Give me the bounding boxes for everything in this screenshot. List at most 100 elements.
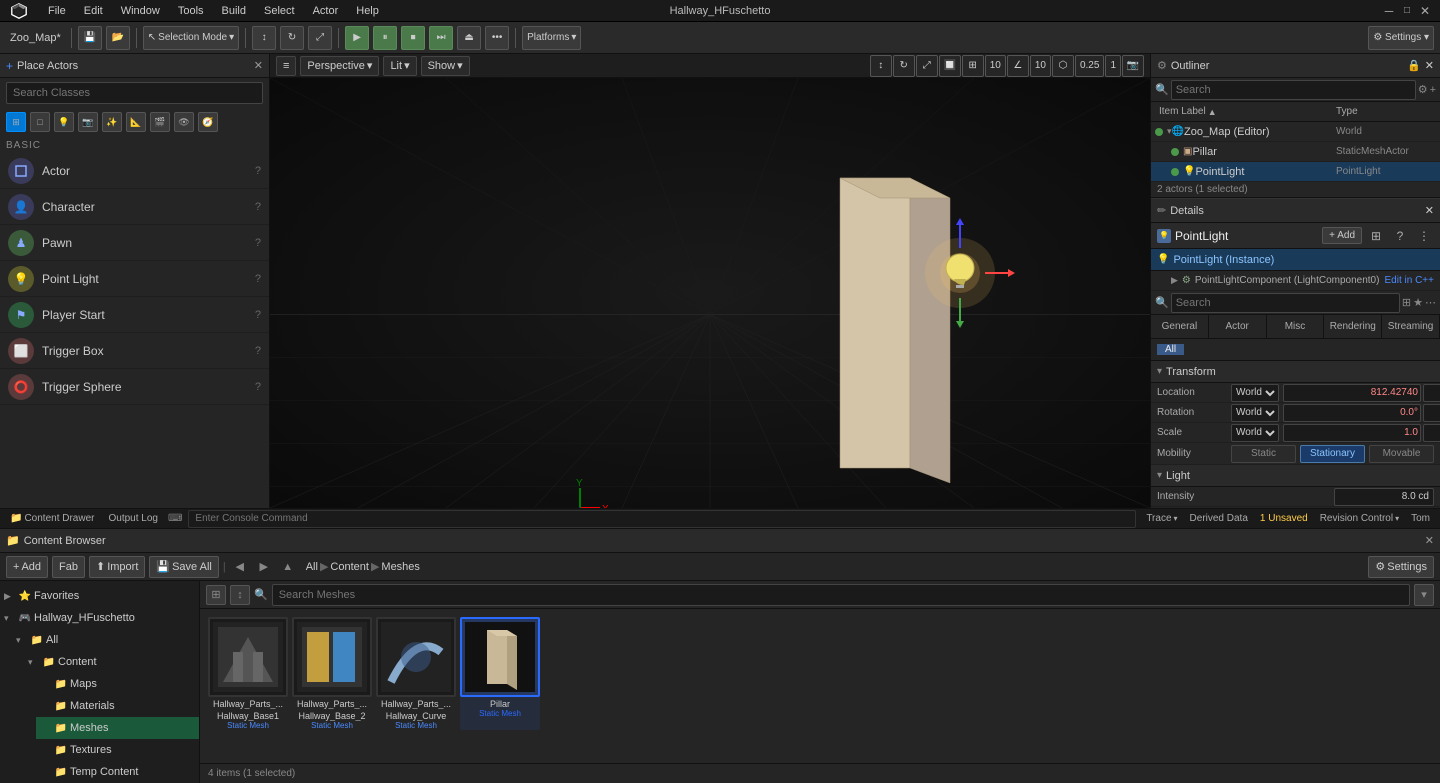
- outliner-settings-icon[interactable]: ⚙: [1418, 83, 1428, 96]
- actor-help-trigger-box[interactable]: ?: [255, 345, 261, 357]
- window-maximize[interactable]: □: [1400, 4, 1414, 18]
- details-all-tab[interactable]: All: [1157, 344, 1184, 355]
- rotate-btn[interactable]: ↻: [280, 26, 304, 50]
- actor-item-player-start[interactable]: ⚑ Player Start ?: [0, 297, 269, 333]
- scale-tool[interactable]: ⤢: [916, 55, 938, 77]
- skip-btn[interactable]: ⏭: [429, 26, 453, 50]
- mobility-stationary-btn[interactable]: Stationary: [1300, 445, 1365, 463]
- revision-btn[interactable]: Revision Control ▾: [1316, 513, 1403, 524]
- details-bookmark-icon[interactable]: ★: [1413, 296, 1423, 309]
- place-actors-close[interactable]: ✕: [254, 59, 263, 72]
- cb-sort-btn[interactable]: ↕: [230, 585, 250, 605]
- cb-add-btn[interactable]: + Add: [6, 556, 48, 578]
- location-select[interactable]: WorldLocal: [1231, 384, 1279, 402]
- output-log-btn[interactable]: Output Log: [104, 513, 161, 524]
- cb-nav-fwd-btn[interactable]: ▶: [254, 557, 274, 577]
- tree-item-content[interactable]: ▾ 📁 Content: [24, 651, 199, 673]
- outliner-filter-icon[interactable]: ⚙: [1157, 59, 1167, 72]
- tree-item-temp-content[interactable]: 📁 Temp Content: [36, 761, 199, 783]
- menu-tools[interactable]: Tools: [170, 3, 212, 19]
- actor-tab-cam[interactable]: 📷: [78, 112, 98, 132]
- breadcrumb-meshes[interactable]: Meshes: [381, 561, 420, 573]
- details-search-input[interactable]: [1171, 293, 1400, 313]
- actor-help-character[interactable]: ?: [255, 201, 261, 213]
- actor-tab-fx[interactable]: ✨: [102, 112, 122, 132]
- rotation-x-input[interactable]: [1283, 404, 1421, 422]
- window-close[interactable]: ✕: [1418, 4, 1432, 18]
- actor-help-pawn[interactable]: ?: [255, 237, 261, 249]
- actor-item-character[interactable]: 👤 Character ?: [0, 189, 269, 225]
- cb-save-btn[interactable]: 💾 Save All: [149, 556, 218, 578]
- outliner-item-point-light[interactable]: 💡 PointLight PointLight: [1151, 162, 1440, 182]
- cb-settings-btn[interactable]: ⚙ Settings: [1368, 556, 1434, 578]
- cb-fab-btn[interactable]: Fab: [52, 556, 85, 578]
- details-tab-streaming[interactable]: Streaming: [1382, 315, 1440, 338]
- cb-search-input[interactable]: [272, 584, 1410, 606]
- menu-window[interactable]: Window: [113, 3, 168, 19]
- actor-tab-shapes[interactable]: □: [30, 112, 50, 132]
- tree-item-textures[interactable]: 📁 Textures: [36, 739, 199, 761]
- outliner-item-pillar[interactable]: ▣ Pillar StaticMeshActor: [1151, 142, 1440, 162]
- actor-tab-geo[interactable]: 📐: [126, 112, 146, 132]
- camera-tool[interactable]: 📷: [1122, 55, 1144, 77]
- outliner-search-input[interactable]: [1171, 80, 1416, 100]
- outliner-lock-icon[interactable]: 🔒: [1407, 59, 1421, 72]
- cb-close-btn[interactable]: ✕: [1425, 534, 1434, 547]
- actor-tab-lights[interactable]: 💡: [54, 112, 74, 132]
- cb-import-btn[interactable]: ⬆ Import: [89, 556, 145, 578]
- platforms-btn[interactable]: Platforms▾: [522, 26, 581, 50]
- outliner-close-btn[interactable]: ✕: [1425, 59, 1434, 72]
- details-instance[interactable]: 💡 PointLight (Instance): [1151, 249, 1440, 271]
- unsaved-btn[interactable]: 1 Unsaved: [1256, 513, 1312, 524]
- viewport-menu-btn[interactable]: ≡: [276, 56, 296, 76]
- visibility-dot[interactable]: [1155, 128, 1163, 136]
- scale-x-input[interactable]: [1283, 424, 1421, 442]
- scale-display[interactable]: ⬡: [1052, 55, 1074, 77]
- light-section-header[interactable]: ▾ Light: [1151, 465, 1440, 487]
- actor-help-actor[interactable]: ?: [255, 165, 261, 177]
- tree-item-project[interactable]: ▾ 🎮 Hallway_HFuschetto: [0, 607, 199, 629]
- transform-section-header[interactable]: ▾ Transform: [1151, 361, 1440, 383]
- grid-tool[interactable]: ⊞: [962, 55, 984, 77]
- details-more-btn[interactable]: ⋮: [1414, 226, 1434, 246]
- details-tab-rendering[interactable]: Rendering: [1324, 315, 1382, 338]
- viewport-show-btn[interactable]: Show▾: [421, 56, 470, 76]
- rotation-select[interactable]: WorldLocal: [1231, 404, 1279, 422]
- details-close-btn[interactable]: ✕: [1425, 204, 1434, 217]
- menu-help[interactable]: Help: [348, 3, 387, 19]
- viewport-lit-btn[interactable]: Lit▾: [383, 56, 416, 76]
- rotation-y-input[interactable]: [1423, 404, 1440, 422]
- scale-btn[interactable]: ⤢: [308, 26, 332, 50]
- stop-btn[interactable]: ⏹: [401, 26, 425, 50]
- open-btn[interactable]: 📂: [106, 26, 130, 50]
- mobility-static-btn[interactable]: Static: [1231, 445, 1296, 463]
- breadcrumb-content[interactable]: Content: [330, 561, 369, 573]
- menu-actor[interactable]: Actor: [305, 3, 347, 19]
- cmd-input[interactable]: [188, 510, 1136, 528]
- actor-help-trigger-sphere[interactable]: ?: [255, 381, 261, 393]
- details-tab-misc[interactable]: Misc: [1267, 315, 1325, 338]
- menu-build[interactable]: Build: [214, 3, 254, 19]
- derived-data-btn[interactable]: Derived Data: [1186, 513, 1252, 524]
- settings-btn[interactable]: ⚙ Settings ▾: [1368, 26, 1434, 50]
- actor-tab-all[interactable]: ⊞: [6, 112, 26, 132]
- actor-tab-nav[interactable]: 🧭: [198, 112, 218, 132]
- edit-cpp-btn[interactable]: Edit in C++: [1385, 275, 1434, 286]
- actor-help-point-light[interactable]: ?: [255, 273, 261, 285]
- cb-filter-btn[interactable]: ⊞: [206, 585, 226, 605]
- outliner-col-label[interactable]: Item Label ▲: [1155, 106, 1336, 117]
- actor-tab-cinematic[interactable]: 🎬: [150, 112, 170, 132]
- details-add-btn[interactable]: + Add: [1322, 227, 1362, 244]
- details-help-btn[interactable]: ?: [1390, 226, 1410, 246]
- save-btn[interactable]: 💾: [78, 26, 102, 50]
- asset-hallway-curve[interactable]: Hallway_Parts_... Hallway_Curve Static M…: [376, 617, 456, 730]
- search-classes-input[interactable]: [6, 82, 263, 104]
- snap-tool[interactable]: 🔲: [939, 55, 961, 77]
- mobility-movable-btn[interactable]: Movable: [1369, 445, 1434, 463]
- details-component[interactable]: ▶ ⚙ PointLightComponent (LightComponent0…: [1151, 271, 1440, 291]
- details-tab-actor[interactable]: Actor: [1209, 315, 1267, 338]
- scene-point-light[interactable]: [925, 218, 1015, 328]
- selection-mode-btn[interactable]: ↖ Selection Mode ▾: [143, 26, 239, 50]
- outliner-item-zoo-map[interactable]: ▾ 🌐 Zoo_Map (Editor) World: [1151, 122, 1440, 142]
- details-grid-btn[interactable]: ⊞: [1366, 226, 1386, 246]
